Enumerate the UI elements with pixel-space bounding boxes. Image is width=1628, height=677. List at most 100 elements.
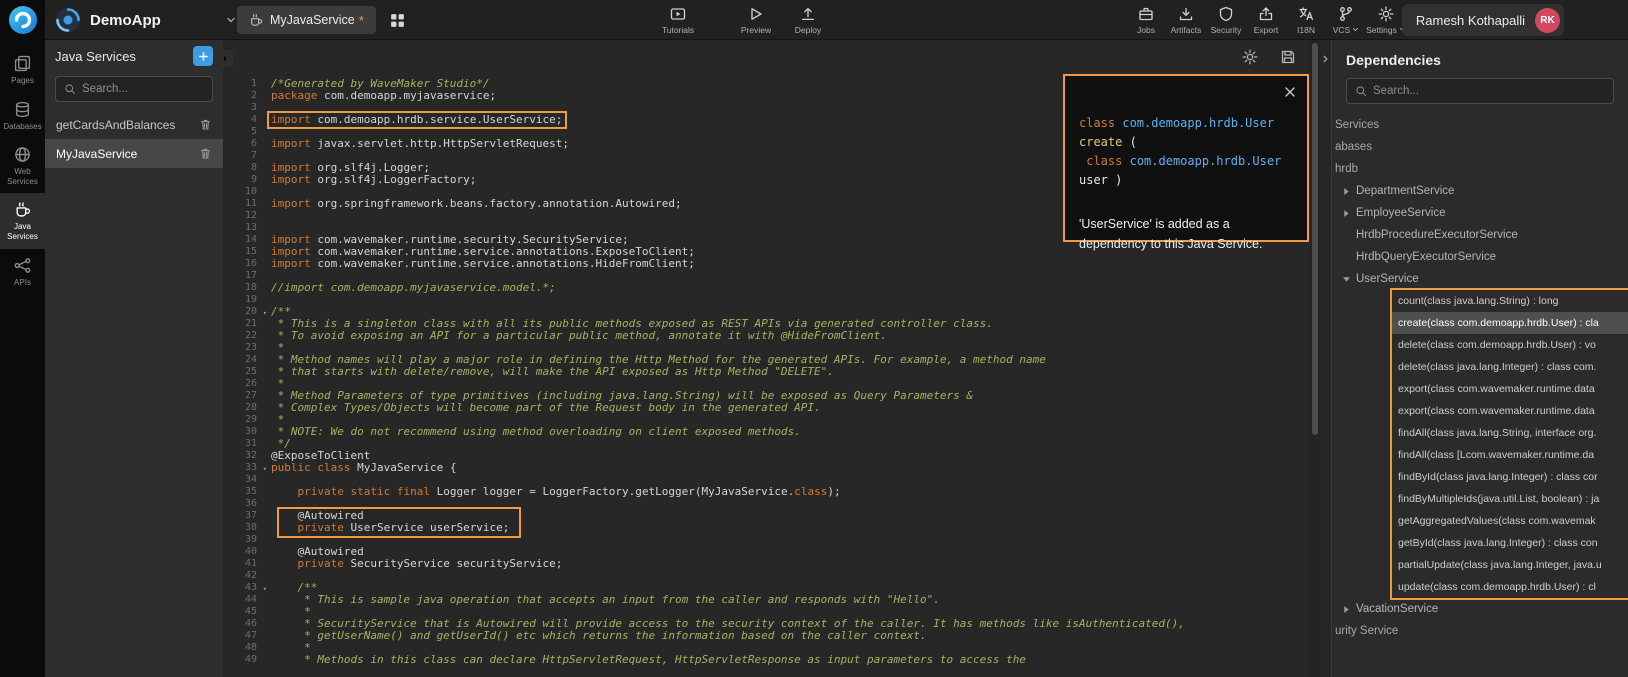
dependency-method-item[interactable]: update(class com.demoapp.hrdb.User) : cl [1392, 576, 1628, 598]
dependency-tree-item-userservice[interactable]: UserService [1332, 268, 1628, 290]
jobs-icon [1138, 6, 1154, 22]
dependencies-search-input[interactable] [1373, 85, 1605, 97]
code-line: 19 [231, 294, 1310, 306]
pages-icon [14, 55, 31, 72]
dependency-method-item[interactable]: findAll(class java.lang.String, interfac… [1392, 422, 1628, 444]
topbar-action-label: Jobs [1137, 25, 1155, 35]
editor-settings-icon[interactable] [1242, 49, 1258, 65]
sidebar-item-databases[interactable]: Databases [0, 93, 45, 139]
dependency-method-item[interactable]: create(class com.demoapp.hrdb.User) : cl… [1392, 312, 1628, 334]
dependency-label: EmployeeService [1356, 207, 1445, 219]
topbar-action-export[interactable]: Export [1246, 0, 1286, 40]
dependency-tree-item-vacationservice[interactable]: VacationService [1332, 598, 1628, 620]
popup-message: 'UserService' is added as a dependency t… [1079, 214, 1293, 254]
code-line: 36 [231, 498, 1310, 510]
code-line: 49 * Methods in this class can declare H… [231, 654, 1310, 666]
wavemaker-logo[interactable] [8, 5, 38, 35]
sidebar-item-apis[interactable]: APIs [0, 249, 45, 295]
dependency-method-item[interactable]: partialUpdate(class java.lang.Integer, j… [1392, 554, 1628, 576]
scrollbar-thumb[interactable] [1312, 43, 1318, 435]
sidebar-item-java-services[interactable]: Java Services [0, 193, 45, 248]
service-name: MyJavaService [56, 147, 137, 161]
user-menu[interactable]: Ramesh Kothapalli RK [1402, 4, 1564, 36]
deploy-icon [800, 6, 816, 22]
dependency-label: HrdbProcedureExecutorService [1356, 229, 1518, 241]
chevron-right-icon[interactable] [1321, 52, 1330, 64]
search-input[interactable] [82, 83, 204, 95]
code-line: 35 private static final Logger logger = … [231, 486, 1310, 498]
topbar-action-settings[interactable]: Settings [1366, 0, 1406, 40]
web-services-icon [14, 146, 31, 163]
add-service-button[interactable] [193, 46, 213, 66]
close-icon[interactable] [1284, 86, 1296, 98]
editor-scrollbar[interactable] [1310, 40, 1320, 677]
app-switcher[interactable]: DemoApp [55, 0, 236, 40]
topbar-action-i18n[interactable]: I18N [1286, 0, 1326, 40]
code-line: 25 * that starts with delete/remove, wil… [231, 366, 1310, 378]
service-name: getCardsAndBalances [56, 118, 175, 132]
dependency-label: DepartmentService [1356, 185, 1454, 197]
dependencies-collapse-strip[interactable] [1320, 40, 1331, 677]
dependency-method-item[interactable]: findByMultipleIds(java.util.List, boolea… [1392, 488, 1628, 510]
topbar: DemoApp MyJavaService * Tutorials Previe… [45, 0, 1628, 40]
dependency-method-item[interactable]: count(class java.lang.String) : long [1392, 290, 1628, 312]
panel-divider[interactable] [223, 40, 231, 677]
topbar-action-jobs[interactable]: Jobs [1126, 0, 1166, 40]
tutorials-icon [670, 6, 686, 22]
java-services-panel: Java Services getCardsAndBalancesMyJavaS… [45, 40, 223, 677]
dependencies-tree: Servicesabaseshrdb DepartmentService Emplo… [1332, 114, 1628, 642]
chevron-right-icon [1342, 605, 1351, 614]
topbar-action-preview[interactable]: Preview [730, 0, 782, 40]
topbar-action-deploy[interactable]: Deploy [782, 0, 834, 40]
dependency-tree-item-services[interactable]: Services [1332, 114, 1628, 136]
code-line: 38 private UserService userService; [231, 522, 1310, 534]
topbar-action-security[interactable]: Security [1206, 0, 1246, 40]
tab-strip: MyJavaService * [237, 6, 406, 34]
dependency-tree-item-hrdb[interactable]: hrdb [1332, 158, 1628, 180]
topbar-action-vcs[interactable]: VCS [1326, 0, 1366, 40]
dependency-method-item[interactable]: export(class com.wavemaker.runtime.data [1392, 400, 1628, 422]
dependency-tree-item-departmentservice[interactable]: DepartmentService [1332, 180, 1628, 202]
topbar-action-label: I18N [1297, 25, 1315, 35]
dependency-label: UserService [1356, 273, 1419, 285]
sidebar-item-web-services[interactable]: Web Services [0, 138, 45, 193]
topbar-action-tutorials[interactable]: Tutorials [652, 0, 704, 40]
dependency-method-item[interactable]: getAggregatedValues(class com.wavemak [1392, 510, 1628, 532]
trash-icon[interactable] [199, 147, 212, 160]
code-line: 47 * getUserName() and getUserId() etc w… [231, 630, 1310, 642]
sidebar-item-pages[interactable]: Pages [0, 47, 45, 93]
dependency-tree-item-urity-service[interactable]: urity Service [1332, 620, 1628, 642]
i18n-icon [1298, 6, 1314, 22]
chevron-right-icon [1342, 187, 1351, 196]
dependency-tree-item-hrdbqueryexecutorservice[interactable]: HrdbQueryExecutorService [1332, 246, 1628, 268]
dependency-tree-item-hrdbprocedureexecutorservice[interactable]: HrdbProcedureExecutorService [1332, 224, 1628, 246]
sidebar-item-label: APIs [14, 278, 31, 288]
topbar-action-label: Tutorials [662, 25, 694, 35]
trash-icon[interactable] [199, 118, 212, 131]
tab-title: MyJavaService [270, 13, 355, 27]
collapse-panel-icon[interactable] [220, 50, 233, 67]
dependency-tree-item-abases[interactable]: abases [1332, 136, 1628, 158]
chevron-down-icon [1352, 26, 1359, 33]
preview-icon [748, 6, 764, 22]
dependency-method-item[interactable]: delete(class com.demoapp.hrdb.User) : vo [1392, 334, 1628, 356]
tab-myjavaservice[interactable]: MyJavaService * [237, 6, 376, 34]
topbar-center-actions: Tutorials Preview Deploy [652, 0, 834, 40]
dependency-tree-item-employeeservice[interactable]: EmployeeService [1332, 202, 1628, 224]
dependency-method-item[interactable]: export(class com.wavemaker.runtime.data [1392, 378, 1628, 400]
service-item-getcardsandbalances[interactable]: getCardsAndBalances [45, 110, 223, 139]
dependencies-panel: Dependencies ServicesabaseshrdbDepartmen… [1331, 40, 1628, 677]
databases-icon [14, 101, 31, 118]
service-item-myjavaservice[interactable]: MyJavaService [45, 139, 223, 168]
topbar-action-artifacts[interactable]: Artifacts [1166, 0, 1206, 40]
chevron-down-icon [226, 15, 236, 25]
app-name: DemoApp [90, 12, 161, 29]
topbar-action-label: Artifacts [1171, 25, 1202, 35]
dependency-method-item[interactable]: getById(class java.lang.Integer) : class… [1392, 532, 1628, 554]
dependency-label: HrdbQueryExecutorService [1356, 251, 1496, 263]
grid-icon[interactable] [389, 12, 406, 29]
save-icon[interactable] [1280, 49, 1296, 65]
dependency-method-item[interactable]: delete(class java.lang.Integer) : class … [1392, 356, 1628, 378]
dependency-method-item[interactable]: findAll(class [Lcom.wavemaker.runtime.da [1392, 444, 1628, 466]
dependency-method-item[interactable]: findById(class java.lang.Integer) : clas… [1392, 466, 1628, 488]
